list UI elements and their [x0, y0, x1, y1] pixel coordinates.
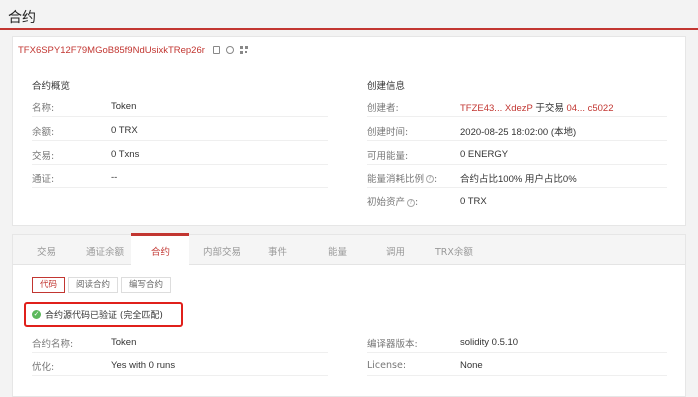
name-value: Token: [111, 101, 137, 112]
initial-asset-row: 初始资产?: 0 TRX: [367, 195, 487, 209]
overview-title: 合约概览: [32, 81, 71, 92]
optimization-label: 优化:: [32, 361, 55, 373]
overview-name-row: 名称: Token: [32, 97, 328, 117]
tab-calls[interactable]: 调用: [386, 244, 405, 258]
time-value: 2020-08-25 18:02:00 (本地): [460, 126, 577, 138]
page-header: 合约: [0, 0, 698, 30]
txns-label: 交易:: [32, 150, 55, 162]
creator-address-link[interactable]: TFZE43... XdezP: [460, 103, 533, 114]
overview-txns-row: 交易: 0 Txns: [32, 145, 328, 165]
contract-address-row: TFX6SPY12F79MGoB85f9NdUsixkTRep26r: [18, 42, 248, 58]
balance-label: 余额:: [32, 126, 55, 138]
token-value: --: [111, 172, 118, 183]
optimization-row: 优化: Yes with 0 runs: [32, 356, 328, 376]
energy-label: 可用能量:: [367, 150, 409, 162]
creation-title: 创建信息: [367, 81, 406, 92]
license-row: License: None: [367, 356, 667, 376]
creator-tx-link[interactable]: 04... c5022: [566, 103, 613, 114]
time-label: 创建时间:: [367, 126, 409, 138]
initial-value: 0 TRX: [460, 195, 487, 207]
tab-trx-balance[interactable]: TRX余额: [435, 244, 473, 258]
ratio-row: 能量消耗比例?: 合约占比100% 用户占比0%: [367, 168, 667, 188]
initial-label: 初始资产: [367, 197, 406, 208]
check-circle-icon: ✓: [32, 310, 41, 319]
contract-name-value: Token: [111, 337, 137, 348]
tab-contract[interactable]: 合约: [151, 244, 170, 258]
contract-name-label: 合约名称:: [32, 338, 74, 350]
qr-code-icon[interactable]: [239, 46, 248, 54]
creator-mid-text: 于交易: [532, 102, 567, 114]
creator-label: 创建者:: [367, 102, 399, 114]
contract-name-row: 合约名称: Token: [32, 333, 328, 353]
active-tab-indicator: [131, 233, 189, 236]
tab-transactions[interactable]: 交易: [37, 244, 56, 258]
scan-icon[interactable]: [225, 46, 234, 54]
subtab-read-contract[interactable]: 阅读合约: [68, 277, 119, 293]
optimization-value: Yes with 0 runs: [111, 360, 176, 371]
energy-row: 可用能量: 0 ENERGY: [367, 145, 667, 165]
subtab-code[interactable]: 代码: [32, 277, 66, 293]
compiler-label: 编译器版本:: [367, 338, 418, 350]
contract-subtabs: 代码 阅读合约 编写合约: [32, 277, 174, 293]
verified-status: ✓ 合约源代码已验证 (完全匹配): [32, 308, 163, 321]
subtab-write-contract[interactable]: 编写合约: [121, 277, 172, 293]
creation-time-row: 创建时间: 2020-08-25 18:02:00 (本地): [367, 121, 667, 141]
ratio-value: 合约占比100% 用户占比0%: [460, 173, 577, 185]
creator-row: 创建者: TFZE43... XdezP 于交易 04... c5022: [367, 97, 667, 117]
license-value: None: [460, 360, 483, 371]
page-title: 合约: [8, 10, 36, 26]
verified-text: 合约源代码已验证 (完全匹配): [45, 311, 163, 321]
overview-token-row: 通证: --: [32, 168, 328, 188]
balance-value: 0 TRX: [111, 125, 138, 136]
overview-balance-row: 余额: 0 TRX: [32, 121, 328, 141]
tab-energy[interactable]: 能量: [328, 244, 347, 258]
token-label: 通证:: [32, 173, 55, 185]
copy-icon[interactable]: [212, 46, 220, 54]
license-label: License:: [367, 360, 407, 371]
contract-address[interactable]: TFX6SPY12F79MGoB85f9NdUsixkTRep26r: [18, 45, 205, 56]
tab-token-balance[interactable]: 通证余额: [86, 244, 124, 258]
tab-internal-txns[interactable]: 内部交易: [203, 244, 241, 258]
ratio-label: 能量消耗比例: [367, 173, 425, 185]
compiler-value: solidity 0.5.10: [460, 337, 519, 348]
txns-value: 0 Txns: [111, 149, 140, 160]
name-label: 名称:: [32, 102, 55, 114]
help-icon[interactable]: ?: [426, 175, 435, 183]
tab-events[interactable]: 事件: [268, 244, 287, 258]
energy-value: 0 ENERGY: [460, 149, 509, 160]
compiler-row: 编译器版本: solidity 0.5.10: [367, 333, 667, 353]
help-icon[interactable]: ?: [407, 198, 416, 207]
